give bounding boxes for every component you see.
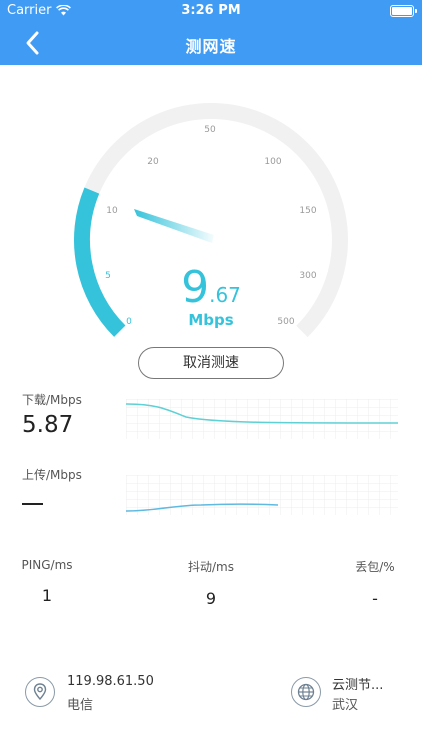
client-ip: 119.98.61.50	[67, 674, 154, 689]
current-speed: 9.67	[0, 262, 422, 313]
download-chart	[126, 399, 398, 439]
speed-unit: Mbps	[188, 311, 234, 329]
cancel-test-button[interactable]: 取消测速	[138, 347, 284, 379]
globe-icon	[291, 677, 321, 707]
ping-label: PING/ms	[21, 558, 73, 572]
ping-value: 1	[41, 586, 53, 605]
battery-icon	[390, 5, 417, 17]
gauge-needle	[134, 209, 214, 243]
upload-chart	[126, 475, 398, 515]
jitter-label: 抖动/ms	[188, 560, 234, 574]
server-name[interactable]: 云测节...	[332, 674, 383, 693]
packet-loss-label: 丢包/%	[355, 560, 395, 574]
page-title: 测网速	[185, 37, 237, 56]
jitter-value: 9	[205, 589, 217, 608]
download-label: 下载/Mbps	[22, 393, 82, 407]
gauge-tick: 10	[106, 206, 118, 216]
client-isp: 电信	[67, 698, 94, 713]
speed-integer: 9	[181, 262, 210, 313]
download-value: 5.87	[22, 412, 74, 438]
location-pin-icon	[25, 677, 55, 707]
server-city: 武汉	[332, 698, 359, 713]
gauge-tick: 50	[204, 125, 216, 135]
jitter-metric: 抖动/ms 9	[161, 558, 261, 608]
status-time: 3:26 PM	[181, 3, 241, 18]
upload-value-placeholder	[22, 503, 43, 505]
navigation-bar: Carrier 3:26 PM 测网速	[0, 0, 422, 65]
gauge-tick: 20	[147, 157, 159, 167]
ping-metric: PING/ms 1	[0, 558, 97, 605]
upload-label: 上传/Mbps	[22, 468, 82, 482]
packet-loss-value: -	[372, 589, 378, 608]
packet-loss-metric: 丢包/% -	[325, 558, 422, 608]
speed-decimal: .67	[209, 283, 241, 307]
status-bar: Carrier 3:26 PM	[0, 0, 422, 22]
gauge-tick: 100	[264, 157, 282, 167]
gauge-tick: 150	[299, 206, 317, 216]
